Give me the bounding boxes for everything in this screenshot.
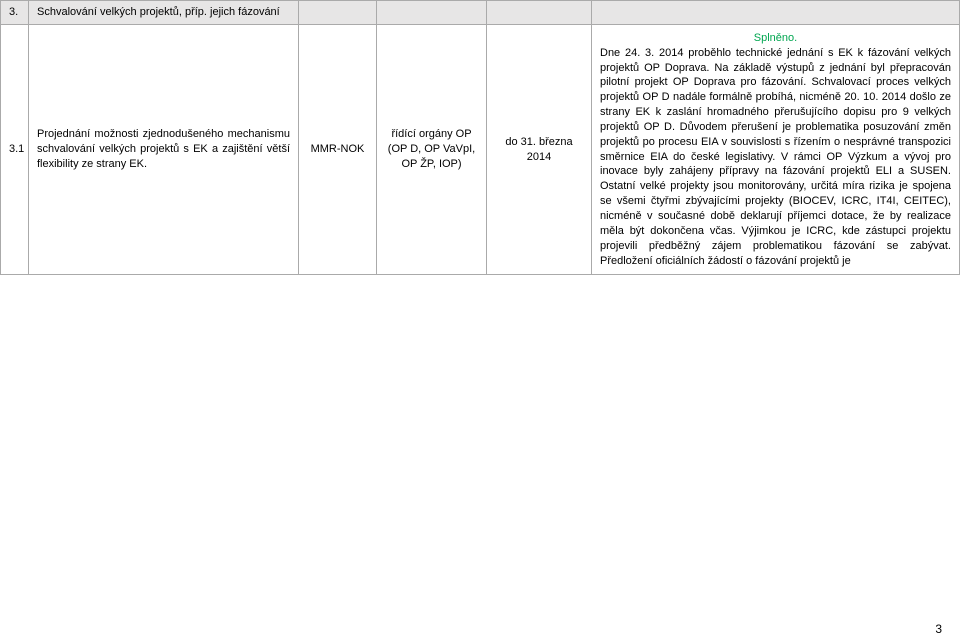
row-komentar-cell: Splněno. Dne 24. 3. 2014 proběhlo techni… <box>592 24 960 275</box>
section-title: Schvalování velkých projektů, příp. jeji… <box>29 1 299 25</box>
section-cell-spol <box>377 1 487 25</box>
row-num: 3.1 <box>1 24 29 275</box>
risk-table: Číslo rizikaOpatřeníGestorSpolupráceTerm… <box>0 0 960 275</box>
table-row: 3.1 Projednání možnosti zjednodušeného m… <box>1 24 960 275</box>
row-gestor: MMR-NOK <box>299 24 377 275</box>
section-num: 3. <box>1 1 29 25</box>
page-number: 3 <box>935 622 942 636</box>
row-opatreni: Projednání možnosti zjednodušeného mecha… <box>29 24 299 275</box>
section-cell-gestor <box>299 1 377 25</box>
section-cell-term <box>487 1 592 25</box>
section-cell-kom <box>592 1 960 25</box>
section-row: 3. Schvalování velkých projektů, příp. j… <box>1 1 960 25</box>
row-termin: do 31. března 2014 <box>487 24 592 275</box>
row-komentar-status: Splněno. <box>600 31 951 46</box>
row-spoluprace: řídící orgány OP (OP D, OP VaVpI, OP ŽP,… <box>377 24 487 275</box>
row-komentar-text: Dne 24. 3. 2014 proběhlo technické jedná… <box>600 47 951 267</box>
